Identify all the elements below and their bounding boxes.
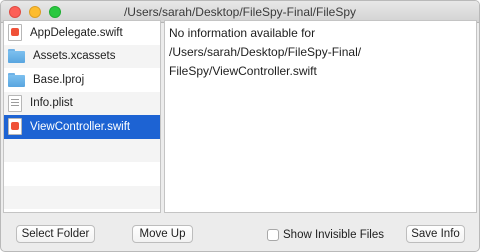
swift-file-icon (8, 24, 22, 42)
select-folder-button[interactable]: Select Folder (16, 225, 95, 243)
show-invisible-files-option[interactable]: Show Invisible Files (267, 228, 384, 242)
file-list[interactable]: AppDelegate.swift Assets.xcassets Base.l… (3, 20, 161, 213)
app-window: /Users/sarah/Desktop/FileSpy-Final/FileS… (0, 0, 480, 252)
file-list-item-label: Assets.xcassets (33, 50, 116, 63)
file-list-item-label: Base.lproj (33, 73, 85, 86)
file-list-item-assets[interactable]: Assets.xcassets (4, 44, 160, 68)
show-invisible-files-checkbox[interactable] (267, 229, 279, 241)
info-text-view[interactable]: No information available for /Users/sara… (164, 20, 477, 213)
swift-file-icon (8, 118, 22, 136)
plist-file-icon (8, 94, 22, 112)
save-info-button[interactable]: Save Info (406, 225, 465, 243)
file-list-item-label: Info.plist (30, 97, 73, 110)
file-list-empty-row (4, 138, 160, 162)
file-list-empty-row (4, 185, 160, 209)
folder-icon (8, 49, 25, 64)
file-list-empty-row (4, 209, 160, 212)
show-invisible-files-label[interactable]: Show Invisible Files (283, 229, 384, 241)
window-title: /Users/sarah/Desktop/FileSpy-Final/FileS… (123, 5, 357, 19)
file-list-item-base-lproj[interactable]: Base.lproj (4, 68, 160, 92)
file-list-item-label: AppDelegate.swift (30, 26, 123, 39)
move-up-button[interactable]: Move Up (132, 225, 193, 243)
file-list-item-viewcontroller[interactable]: ViewController.swift (4, 115, 160, 139)
folder-icon (8, 72, 25, 87)
file-list-empty-row (4, 162, 160, 186)
file-list-item-info-plist[interactable]: Info.plist (4, 91, 160, 115)
file-list-item-label: ViewController.swift (30, 120, 131, 133)
file-list-item-appdelegate[interactable]: AppDelegate.swift (4, 21, 160, 45)
info-text: No information available for /Users/sara… (169, 26, 362, 78)
